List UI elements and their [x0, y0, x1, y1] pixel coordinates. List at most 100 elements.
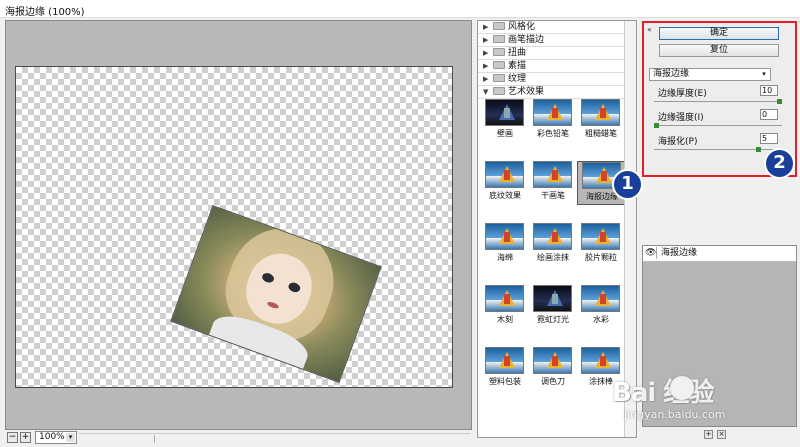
filter-label: 粗糙蜡笔: [585, 129, 617, 138]
eye-icon[interactable]: 👁: [645, 247, 657, 259]
category-texture[interactable]: ▶ 纹理: [478, 73, 636, 86]
category-label: 风格化: [508, 22, 536, 32]
zoom-select[interactable]: 100% ▾: [35, 431, 77, 444]
preview-image: [170, 204, 382, 384]
thumbnail-image: [581, 99, 620, 126]
thumbnail-image: [533, 347, 572, 374]
delete-effect-layer-icon[interactable]: ×: [717, 430, 726, 439]
chevron-right-icon: ▶: [483, 36, 489, 44]
filter-label: 彩色铅笔: [537, 129, 569, 138]
thumbnail-image: [533, 99, 572, 126]
zoom-out-button[interactable]: −: [7, 432, 18, 443]
effect-layer-item[interactable]: 👁 海报边缘: [643, 246, 796, 262]
folder-icon: [493, 87, 505, 95]
filter-fresco[interactable]: 壁画: [481, 99, 529, 143]
step-badge-1: 1: [612, 169, 643, 200]
category-sketch[interactable]: ▶ 素描: [478, 60, 636, 73]
edge-thickness-slider-thumb[interactable]: [777, 99, 782, 104]
thumbnail-image: [485, 223, 524, 250]
watermark-brand: Bai 经验: [612, 378, 714, 408]
category-label: 画笔描边: [508, 35, 545, 45]
category-label: 素描: [508, 61, 527, 71]
edge-intensity-slider[interactable]: [654, 125, 782, 126]
category-label: 纹理: [508, 74, 527, 84]
thumbnail-image: [581, 223, 620, 250]
preview-canvas[interactable]: [15, 66, 453, 388]
filter-colored-pencil[interactable]: 彩色铅笔: [529, 99, 577, 143]
category-brush-strokes[interactable]: ▶ 画笔描边: [478, 34, 636, 47]
chevron-right-icon: ▶: [483, 75, 489, 83]
filter-paint-daubs[interactable]: 绘画涂抹: [529, 223, 577, 267]
thumbnail-image: [485, 99, 524, 126]
filter-neon-glow[interactable]: 霓虹灯光: [529, 285, 577, 329]
filter-label: 底纹效果: [489, 191, 521, 200]
preview-pane[interactable]: [5, 20, 472, 430]
window-title: 海报边缘 (100%): [5, 7, 85, 18]
category-artistic[interactable]: ▼ 艺术效果: [478, 86, 636, 99]
filter-cutout[interactable]: 木刻: [481, 285, 529, 329]
filter-film-grain[interactable]: 胶片颗粒: [577, 223, 625, 267]
folder-icon: [493, 48, 505, 56]
edge-thickness-label: 边缘厚度(E): [658, 89, 707, 99]
posterization-slider[interactable]: [654, 149, 782, 150]
posterization-input[interactable]: 5: [760, 133, 778, 144]
new-effect-layer-icon[interactable]: +: [704, 430, 713, 439]
filter-label: 调色刀: [541, 377, 565, 386]
edge-thickness-slider[interactable]: [654, 101, 782, 102]
edge-thickness-input[interactable]: 10: [760, 85, 778, 96]
thumbnail-image: [485, 161, 524, 188]
chevron-right-icon: ▶: [483, 49, 489, 57]
filter-label: 木刻: [497, 315, 513, 324]
filter-rough-pastels[interactable]: 粗糙蜡笔: [577, 99, 625, 143]
filter-select-value: 海报边缘: [653, 69, 690, 79]
thumbnail-image: [533, 223, 572, 250]
thumbnail-image: [485, 347, 524, 374]
filter-label: 胶片颗粒: [585, 253, 617, 262]
thumbnail-image: [581, 285, 620, 312]
thumbnail-image: [533, 161, 572, 188]
filter-label: 霓虹灯光: [537, 315, 569, 324]
chevron-right-icon: ▶: [483, 23, 489, 31]
filter-label: 壁画: [497, 129, 513, 138]
filter-sponge[interactable]: 海绵: [481, 223, 529, 267]
chevron-right-icon: ▶: [483, 62, 489, 70]
ok-button[interactable]: 确定: [659, 27, 779, 40]
posterization-slider-thumb[interactable]: [756, 147, 761, 152]
category-distort[interactable]: ▶ 扭曲: [478, 47, 636, 60]
edge-intensity-slider-thumb[interactable]: [654, 123, 659, 128]
filter-select[interactable]: 海报边缘 ▾: [649, 68, 771, 81]
filter-watercolor[interactable]: 水彩: [577, 285, 625, 329]
filter-palette-knife[interactable]: 调色刀: [529, 347, 577, 391]
posterization-label: 海报化(P): [658, 137, 698, 147]
filter-underpainting[interactable]: 底纹效果: [481, 161, 529, 205]
edge-intensity-input[interactable]: 0: [760, 109, 778, 120]
watermark-url: jingyan.baidu.com: [624, 408, 726, 421]
chevron-down-icon: ▼: [483, 88, 489, 96]
window-titlebar: 海报边缘 (100%): [0, 0, 800, 18]
effect-layer-label: 海报边缘: [661, 248, 698, 258]
thumbnail-image: [533, 285, 572, 312]
edge-intensity-label: 边缘强度(I): [658, 113, 704, 123]
folder-icon: [493, 61, 505, 69]
horizontal-scrollbar[interactable]: [79, 433, 470, 443]
filter-dry-brush[interactable]: 干画笔: [529, 161, 577, 205]
folder-icon: [493, 74, 505, 82]
zoom-in-button[interactable]: +: [20, 432, 31, 443]
step-badge-2: 2: [764, 148, 795, 179]
category-stylize[interactable]: ▶ 风格化: [478, 21, 636, 34]
zoom-bar: − + 100% ▾: [5, 431, 472, 445]
reset-button[interactable]: 复位: [659, 44, 779, 57]
zoom-value: 100%: [39, 432, 65, 442]
filter-label: 绘画涂抹: [537, 253, 569, 262]
chevron-down-icon: ▾: [762, 70, 766, 78]
category-label: 扭曲: [508, 48, 527, 58]
collapse-icon[interactable]: «: [647, 26, 652, 34]
filter-label: 水彩: [593, 315, 609, 324]
filter-plastic-wrap[interactable]: 塑料包装: [481, 347, 529, 391]
chevron-down-icon: ▾: [66, 433, 75, 442]
paw-icon: [670, 376, 694, 400]
filter-label: 海绵: [497, 253, 513, 262]
scrollbar-thumb[interactable]: [154, 435, 164, 443]
filter-label: 干画笔: [541, 191, 565, 200]
category-list: ▶ 风格化 ▶ 画笔描边 ▶ 扭曲 ▶ 素描 ▶ 纹理 ▼ 艺术效果: [478, 21, 636, 99]
